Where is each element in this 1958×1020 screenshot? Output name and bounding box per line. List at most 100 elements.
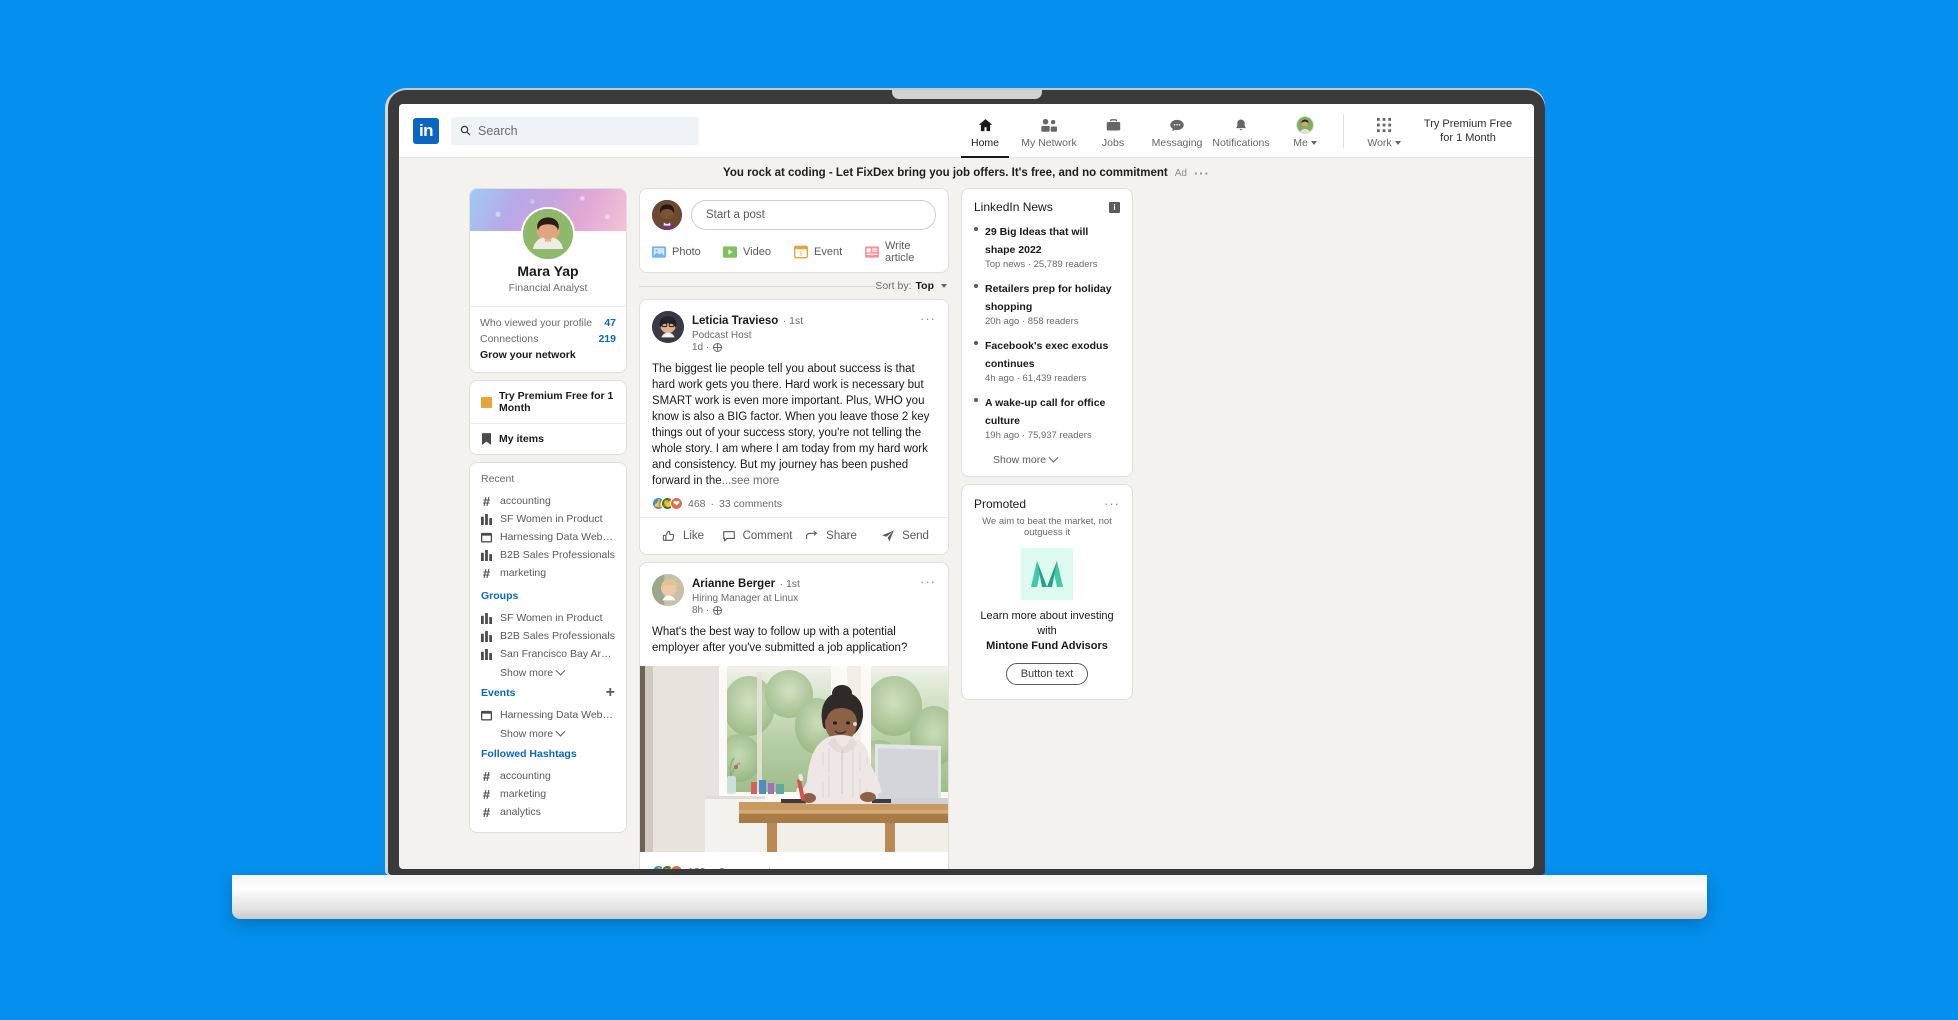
recent-item-marketing[interactable]: # marketing xyxy=(481,564,615,582)
my-items-row[interactable]: My items xyxy=(470,423,626,454)
start-a-post-input[interactable]: Start a post xyxy=(691,200,936,230)
add-photo-button[interactable]: Photo xyxy=(652,240,723,264)
recent-item-sf-women-in-product[interactable]: SF Women in Product xyxy=(481,510,615,528)
promoted-tagline: We aim to beat the market, not outguess … xyxy=(982,516,1112,538)
events-heading[interactable]: Events xyxy=(481,687,515,699)
search-input[interactable]: Search xyxy=(451,116,699,145)
bullet-icon xyxy=(974,398,978,402)
like-button-label: Like xyxy=(682,530,705,542)
news-show-more-button[interactable]: Show more xyxy=(974,450,1120,466)
promoted-button[interactable]: Button text xyxy=(1005,663,1089,685)
composer-avatar[interactable] xyxy=(652,200,682,230)
linkedin-logo-icon[interactable]: in xyxy=(413,117,439,144)
hashtag-item-marketing[interactable]: # marketing xyxy=(481,785,615,803)
stat-connections[interactable]: Connections 219 xyxy=(480,331,616,347)
grow-network-link[interactable]: Grow your network xyxy=(480,347,616,363)
me-avatar xyxy=(1296,116,1314,134)
add-event-button[interactable]: 5 Event xyxy=(793,240,865,264)
like-button[interactable]: Like xyxy=(646,524,720,548)
sort-by-control[interactable]: Sort by: Top xyxy=(639,280,947,292)
stat-connections-label: Connections xyxy=(480,333,539,345)
news-show-more-label: Show more xyxy=(993,454,1047,466)
post-menu-button[interactable]: ··· xyxy=(920,574,936,616)
try-premium-row[interactable]: Try Premium Free for 1 Month xyxy=(470,381,626,423)
group-item-label: SF Women in Product xyxy=(500,612,603,624)
reaction-separator: · xyxy=(711,866,715,870)
groups-show-more-button[interactable]: Show more xyxy=(481,663,615,679)
group-item-b2b-sales-professionals[interactable]: B2B Sales Professionals xyxy=(481,627,615,645)
add-video-button[interactable]: Video xyxy=(723,240,794,264)
nav-item-home[interactable]: Home xyxy=(953,104,1017,158)
group-icon xyxy=(481,612,492,624)
nav-item-work[interactable]: Work xyxy=(1352,104,1416,158)
post-reactions-row[interactable]: 👍 👏 ❤ 133 · 9 comments xyxy=(640,857,948,869)
recent-item-b2b-sales-professionals[interactable]: B2B Sales Professionals xyxy=(481,546,615,564)
post-timestamp: 1d · xyxy=(692,342,710,353)
profile-headline: Financial Analyst xyxy=(508,282,588,294)
group-item-san-francisco-bay-area[interactable]: San Francisco Bay Area Sa... xyxy=(481,645,615,663)
nav-item-messaging[interactable]: Messaging xyxy=(1145,104,1209,158)
svg-text:5: 5 xyxy=(800,252,803,258)
nav-item-notifications[interactable]: Notifications xyxy=(1209,104,1273,158)
post-author-avatar[interactable] xyxy=(652,574,684,606)
post-actions-row: Like Comment Share Send xyxy=(640,517,948,554)
groups-show-more-label: Show more xyxy=(500,667,554,679)
recent-heading: Recent xyxy=(481,473,515,485)
recent-item-accounting[interactable]: # accounting xyxy=(481,492,615,510)
promoted-cta-line1: Learn more about investing with xyxy=(980,610,1114,637)
post-image[interactable] xyxy=(640,666,948,857)
nav-item-me[interactable]: Me xyxy=(1273,104,1337,158)
nav-divider xyxy=(1343,113,1344,148)
news-item[interactable]: A wake-up call for office culture 19h ag… xyxy=(974,393,1120,441)
profile-avatar[interactable] xyxy=(521,207,575,261)
share-button[interactable]: Share xyxy=(794,524,868,548)
ad-label: Ad xyxy=(1174,167,1187,179)
post-author-name[interactable]: Arianne Berger xyxy=(692,578,775,590)
nav-item-jobs[interactable]: Jobs xyxy=(1081,104,1145,158)
bullet-icon xyxy=(974,341,978,345)
recent-item-label: SF Women in Product xyxy=(500,513,603,525)
group-icon xyxy=(481,648,492,660)
news-item[interactable]: 29 Big Ideas that will shape 2022 Top ne… xyxy=(974,222,1120,270)
post-author-name[interactable]: Leticia Travieso xyxy=(692,315,778,327)
hashtags-heading[interactable]: Followed Hashtags xyxy=(481,748,615,760)
news-item[interactable]: Facebook's exec exodus continues 4h ago … xyxy=(974,336,1120,384)
bullet-icon xyxy=(974,284,978,288)
nav-item-my-network[interactable]: My Network xyxy=(1017,104,1081,158)
globe-icon xyxy=(713,605,723,615)
add-event-button[interactable]: + xyxy=(606,685,615,701)
comment-count[interactable]: 9 comments xyxy=(719,866,776,870)
send-button[interactable]: Send xyxy=(868,524,942,548)
hashtag-item-accounting[interactable]: # accounting xyxy=(481,767,615,785)
recent-item-harnessing-data-webinar[interactable]: Harnessing Data Webinar xyxy=(481,528,615,546)
stat-profile-views[interactable]: Who viewed your profile 47 xyxy=(480,315,616,331)
event-icon: 5 xyxy=(793,245,809,259)
try-premium-link[interactable]: Try Premium Free for 1 Month xyxy=(1416,104,1520,158)
post-author-avatar[interactable] xyxy=(652,311,684,343)
ad-menu-button[interactable]: ··· xyxy=(1194,166,1210,181)
promoted-menu-button[interactable]: ··· xyxy=(1104,496,1120,511)
profile-card[interactable]: Mara Yap Financial Analyst Who viewed yo… xyxy=(469,188,627,373)
write-article-label: Write article xyxy=(885,240,915,264)
recent-groups-card: Recent # accounting SF Women in Product xyxy=(469,462,627,833)
info-icon[interactable]: i xyxy=(1109,201,1120,213)
groups-heading[interactable]: Groups xyxy=(481,590,615,602)
event-item-harnessing-data-webinar[interactable]: Harnessing Data Webinar xyxy=(481,706,615,724)
write-article-button[interactable]: Write article xyxy=(865,240,936,264)
post-reactions-row[interactable]: 👍 👏 ❤ 468 · 33 comments xyxy=(640,489,948,517)
comment-count[interactable]: 33 comments xyxy=(719,498,782,510)
post-menu-button[interactable]: ··· xyxy=(920,311,936,353)
news-item[interactable]: Retailers prep for holiday shopping 20h … xyxy=(974,279,1120,327)
hashtag-item-analytics[interactable]: # analytics xyxy=(481,803,615,821)
see-more-link[interactable]: ...see more xyxy=(722,475,780,487)
nav-item-jobs-label: Jobs xyxy=(1101,136,1125,149)
photo-icon xyxy=(652,245,666,259)
comment-button[interactable]: Comment xyxy=(720,524,794,548)
top-navigation-bar: in Search Home My Network Jobs Messaging… xyxy=(399,104,1534,158)
events-show-more-button[interactable]: Show more xyxy=(481,724,615,740)
hashtag-item-label: accounting xyxy=(500,770,551,782)
group-item-sf-women-in-product[interactable]: SF Women in Product xyxy=(481,609,615,627)
chevron-down-icon xyxy=(1310,140,1317,145)
ad-banner[interactable]: You rock at coding - Let FixDex bring yo… xyxy=(399,158,1534,188)
promoted-title: Promoted xyxy=(974,496,1027,511)
